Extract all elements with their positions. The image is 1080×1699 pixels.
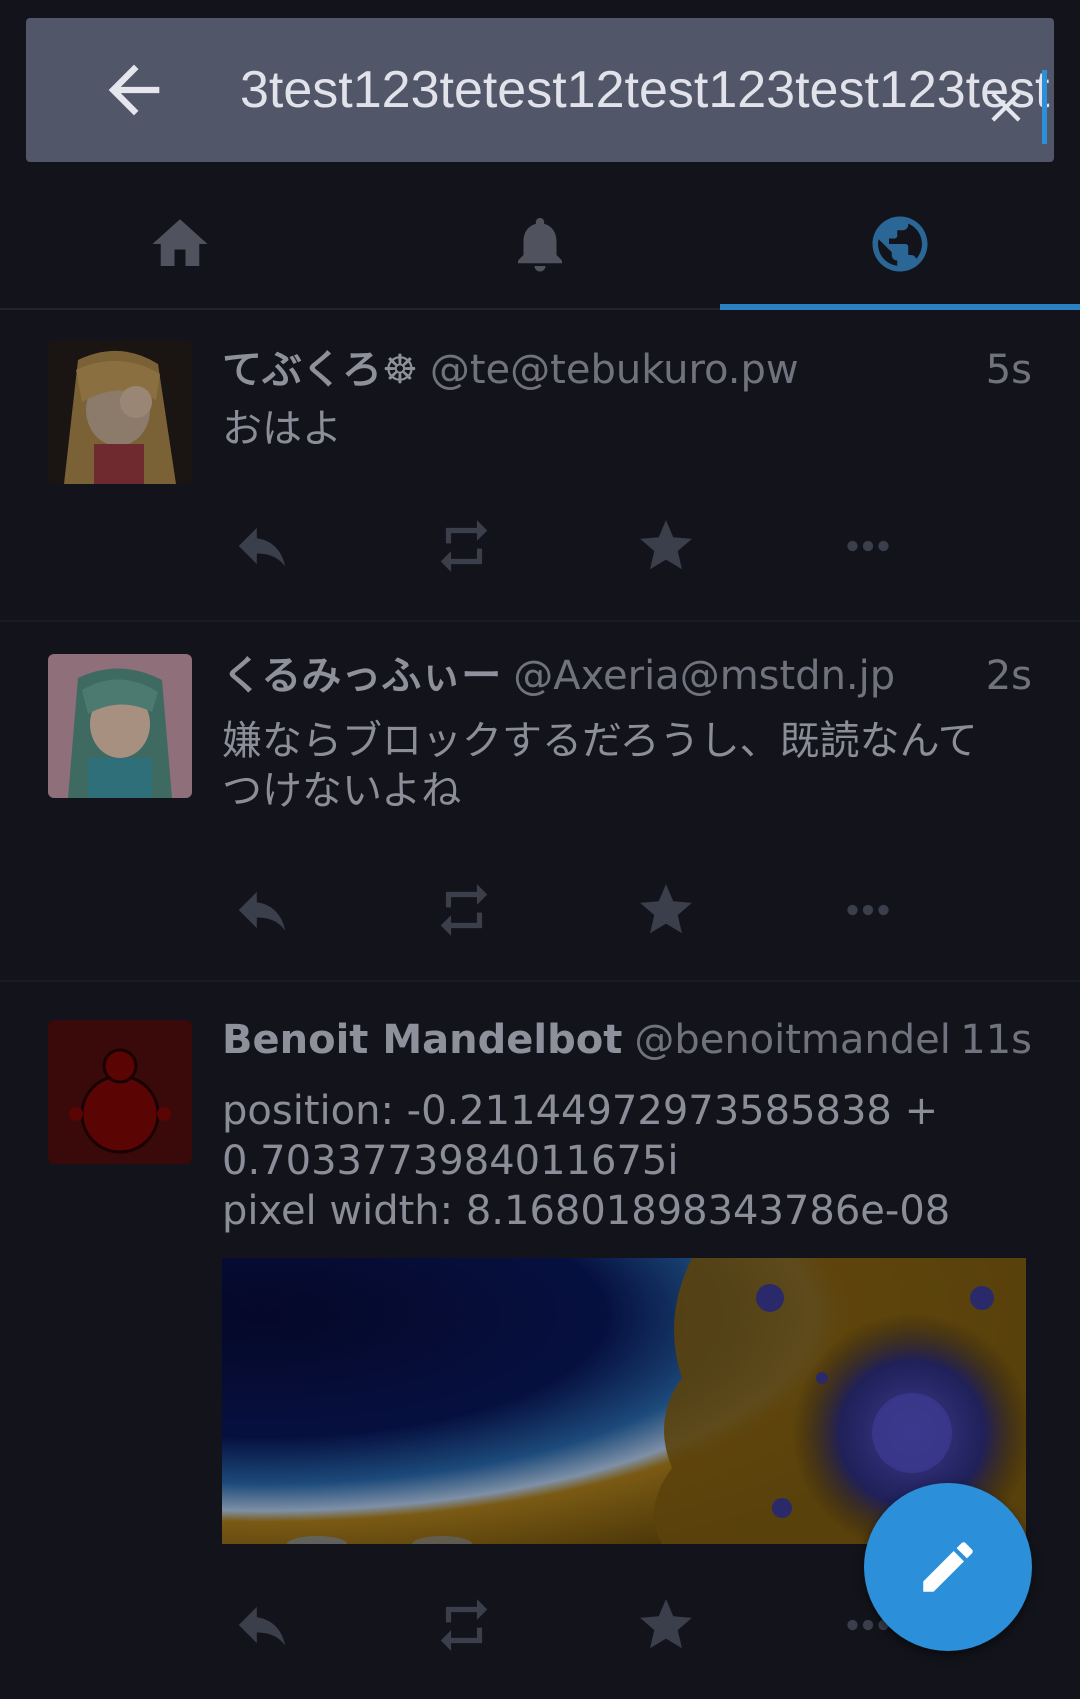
content-line: 嫌ならブロックするだろうし、既読なんて xyxy=(222,718,978,764)
status-item[interactable]: くるみっふぃー @Axeria@mstdn.jp 2s 嫌ならブロックするだろうし… xyxy=(0,622,1080,982)
star-icon xyxy=(640,520,692,570)
repeat-icon xyxy=(440,520,488,572)
avatar[interactable] xyxy=(48,340,192,484)
more-button[interactable] xyxy=(818,870,918,950)
content-line: 0.70337739840116​75i xyxy=(222,1138,679,1184)
status-header: くるみっふぃー @Axeria@mstdn.jp 2s xyxy=(222,646,1032,706)
reply-icon xyxy=(238,527,286,567)
reply-button[interactable] xyxy=(212,1585,312,1665)
content-line: pixel width: 8.16801898343786e-08 xyxy=(222,1188,951,1234)
timestamp[interactable]: 2s xyxy=(979,646,1032,706)
search-input[interactable]: 3test123tetest12test123test123test xyxy=(240,18,1054,162)
tab-federated[interactable] xyxy=(720,180,1080,308)
repeat-icon xyxy=(440,884,488,936)
search-bar: 3test123tetest12test123test123test xyxy=(26,18,1054,162)
tab-notifications[interactable] xyxy=(360,180,720,308)
tab-home[interactable] xyxy=(0,180,360,308)
display-name[interactable]: てぶくろ☸ xyxy=(222,347,418,393)
clear-search-button[interactable] xyxy=(981,82,1031,132)
status-content: おはよ xyxy=(222,406,342,452)
repeat-icon xyxy=(440,1599,488,1651)
star-icon xyxy=(640,884,692,934)
favourite-button[interactable] xyxy=(616,870,716,950)
reply-icon xyxy=(238,1606,286,1646)
pencil-icon xyxy=(923,1542,973,1592)
timeline-tabs xyxy=(0,180,1080,310)
account-handle[interactable]: @Axeria@mstdn.jp xyxy=(513,653,895,699)
home-icon xyxy=(152,219,208,266)
globe-icon xyxy=(872,216,928,272)
boost-button[interactable] xyxy=(414,1585,514,1665)
back-button[interactable] xyxy=(86,52,182,128)
reply-icon xyxy=(238,891,286,931)
status-header: Benoit Mandelbot @benoitmandelbot… 11s xyxy=(222,1010,1032,1070)
status-item[interactable]: てぶくろ☸ @te@tebukuro.pw 5s おはよ xyxy=(0,310,1080,622)
favourite-button[interactable] xyxy=(616,506,716,586)
reply-button[interactable] xyxy=(212,870,312,950)
avatar[interactable] xyxy=(48,654,192,798)
display-name[interactable]: くるみっふぃー xyxy=(222,653,501,699)
timestamp[interactable]: 5s xyxy=(979,340,1032,400)
account-handle[interactable]: @te@tebukuro.pw xyxy=(430,347,799,393)
favourite-button[interactable] xyxy=(616,1585,716,1665)
more-horizontal-icon xyxy=(847,540,889,552)
content-line: つけないよね xyxy=(222,768,462,814)
compose-button[interactable] xyxy=(864,1483,1032,1651)
arrow-left-icon xyxy=(108,64,160,116)
status-actions xyxy=(222,506,1022,586)
close-icon xyxy=(991,92,1021,122)
boost-button[interactable] xyxy=(414,870,514,950)
reply-button[interactable] xyxy=(212,506,312,586)
content-line: position: -0.21144972973585838 + xyxy=(222,1088,939,1134)
star-icon xyxy=(640,1599,692,1649)
status-header: てぶくろ☸ @te@tebukuro.pw 5s xyxy=(222,340,1032,400)
text-caret xyxy=(1042,70,1047,144)
more-horizontal-icon xyxy=(847,904,889,916)
boost-button[interactable] xyxy=(414,506,514,586)
more-button[interactable] xyxy=(818,506,918,586)
status-content: 嫌ならブロックするだろうし、既読なんて つけないよね xyxy=(222,716,1032,816)
timestamp[interactable]: 11s xyxy=(954,1010,1032,1070)
status-actions xyxy=(222,870,1022,950)
bell-icon xyxy=(518,217,562,272)
status-content: position: -0.21144972973585838 + 0.70337… xyxy=(222,1086,1032,1236)
display-name[interactable]: Benoit Mandelbot xyxy=(222,1017,622,1063)
avatar[interactable] xyxy=(48,1020,192,1164)
